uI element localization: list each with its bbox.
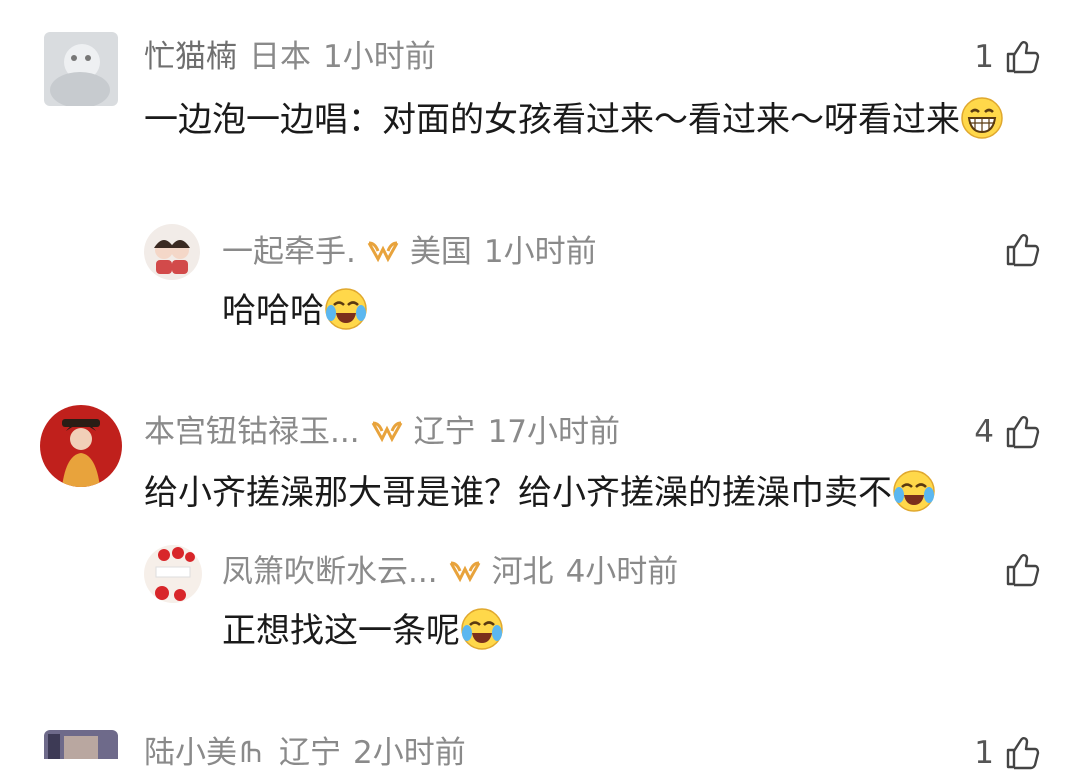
comment-meta: 本宫钮钴禄玉... 辽宁 17小时前 xyxy=(144,412,632,452)
thumbs-up-icon xyxy=(1006,554,1040,587)
like-button[interactable]: 1 xyxy=(974,37,1040,77)
reply-text: 正想找这一条呢 xyxy=(222,603,504,659)
avatar[interactable] xyxy=(44,730,118,759)
reply-meta: 一起牵手. 美国 1小时前 xyxy=(222,232,609,272)
like-count: 1 xyxy=(974,39,994,75)
thumbs-up-icon xyxy=(1006,41,1040,74)
username[interactable]: 陆小美 xyxy=(144,735,237,771)
like-count: 4 xyxy=(974,414,994,450)
timestamp: 1小时前 xyxy=(323,39,436,75)
like-button[interactable]: 1 xyxy=(974,733,1040,773)
laugh-cry-emoji xyxy=(461,607,503,650)
vip-badge-icon xyxy=(371,421,402,442)
location: 美国 xyxy=(409,234,472,270)
comment-text: 给小齐搓澡那大哥是谁？给小齐搓澡的搓澡巾卖不 xyxy=(144,465,1044,521)
laugh-cry-emoji xyxy=(325,287,367,330)
username[interactable]: 一起牵手. xyxy=(222,234,356,270)
avatar[interactable] xyxy=(40,405,122,487)
username[interactable]: 忙猫楠 xyxy=(144,39,237,75)
like-button[interactable] xyxy=(994,552,1040,588)
vip-badge-icon xyxy=(449,561,480,582)
timestamp: 17小时前 xyxy=(487,414,621,450)
thumbs-up-icon xyxy=(1006,416,1040,449)
comment-text: 一边泡一边唱：对面的女孩看过来～看过来～呀看过来 xyxy=(144,92,1024,148)
like-button[interactable] xyxy=(994,232,1040,268)
thumbs-up-icon xyxy=(1006,737,1040,770)
reply-avatar[interactable] xyxy=(144,224,200,280)
location: 辽宁 xyxy=(279,735,341,771)
avatar[interactable] xyxy=(44,32,118,106)
reply-avatar[interactable] xyxy=(144,545,202,603)
vip-badge-icon xyxy=(241,740,261,762)
comment-meta: 陆小美 辽宁 2小时前 xyxy=(144,733,478,773)
comment-meta: 忙猫楠 日本 1小时前 xyxy=(144,37,448,77)
timestamp: 2小时前 xyxy=(353,735,466,771)
laugh-cry-emoji xyxy=(893,469,935,512)
reply-text: 哈哈哈 xyxy=(222,283,368,339)
username[interactable]: 凤箫吹断水云... xyxy=(222,554,438,590)
like-count: 1 xyxy=(974,735,994,771)
grin-emoji xyxy=(961,96,1003,139)
thumbs-up-icon xyxy=(1006,234,1040,267)
location: 辽宁 xyxy=(413,414,476,450)
like-button[interactable]: 4 xyxy=(974,412,1040,452)
timestamp: 1小时前 xyxy=(483,234,597,270)
vip-badge-icon xyxy=(367,241,399,262)
location: 日本 xyxy=(249,39,311,75)
username[interactable]: 本宫钮钴禄玉... xyxy=(144,414,360,450)
location: 河北 xyxy=(491,554,554,590)
timestamp: 4小时前 xyxy=(565,554,679,590)
reply-meta: 凤箫吹断水云... 河北 4小时前 xyxy=(222,552,690,592)
